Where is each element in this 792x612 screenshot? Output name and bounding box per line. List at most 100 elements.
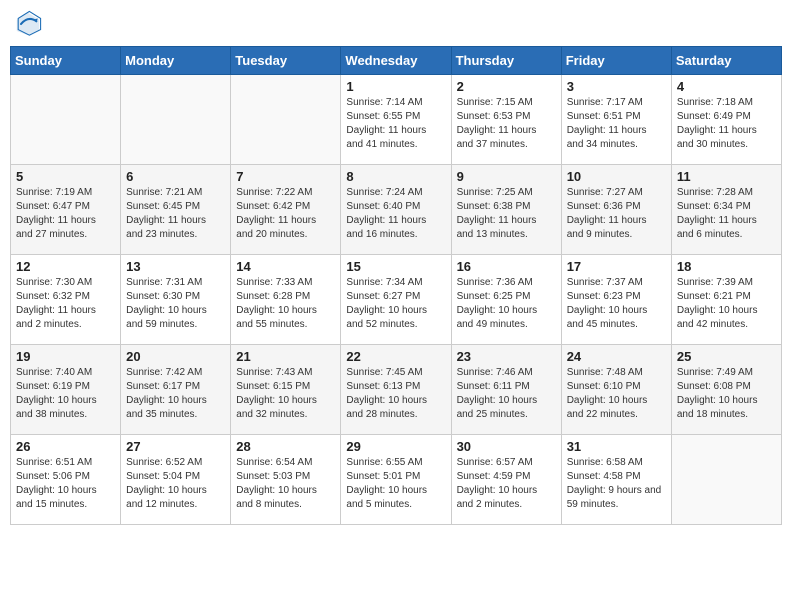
column-header-thursday: Thursday	[451, 47, 561, 75]
calendar-cell: 18 Sunrise: 7:39 AM Sunset: 6:21 PM Dayli…	[671, 255, 781, 345]
day-info: Sunrise: 7:39 AM Sunset: 6:21 PM Dayligh…	[677, 276, 776, 332]
calendar-cell: 8Sunrise: 7:24 AM Sunset: 6:40 PM Daylig…	[341, 165, 451, 255]
day-info: Sunrise: 7:24 AM Sunset: 6:40 PM Dayligh…	[346, 186, 445, 242]
column-header-monday: Monday	[121, 47, 231, 75]
day-number: 5	[16, 169, 115, 184]
calendar-cell: 30 Sunrise: 6:57 AM Sunset: 4:59 PM Dayli…	[451, 435, 561, 525]
day-number: 30	[457, 439, 556, 454]
day-number: 4	[677, 79, 776, 94]
calendar-cell: 23 Sunrise: 7:46 AM Sunset: 6:11 PM Dayli…	[451, 345, 561, 435]
day-info: Sunrise: 7:27 AM Sunset: 6:36 PM Dayligh…	[567, 186, 666, 242]
calendar-cell: 16 Sunrise: 7:36 AM Sunset: 6:25 PM Dayli…	[451, 255, 561, 345]
calendar-cell: 15 Sunrise: 7:34 AM Sunset: 6:27 PM Dayli…	[341, 255, 451, 345]
day-info: Sunrise: 7:25 AM Sunset: 6:38 PM Dayligh…	[457, 186, 556, 242]
day-number: 31	[567, 439, 666, 454]
day-number: 21	[236, 349, 335, 364]
calendar-week-4: 19 Sunrise: 7:40 AM Sunset: 6:19 PM Dayli…	[11, 345, 782, 435]
day-number: 7	[236, 169, 335, 184]
day-info: Sunrise: 7:15 AM Sunset: 6:53 PM Dayligh…	[457, 96, 556, 152]
day-number: 15	[346, 259, 445, 274]
calendar-week-5: 26 Sunrise: 6:51 AM Sunset: 5:06 PM Dayli…	[11, 435, 782, 525]
calendar-cell: 26 Sunrise: 6:51 AM Sunset: 5:06 PM Dayli…	[11, 435, 121, 525]
day-info: Sunrise: 7:18 AM Sunset: 6:49 PM Dayligh…	[677, 96, 776, 152]
day-info: Sunrise: 6:57 AM Sunset: 4:59 PM Dayligh…	[457, 456, 556, 512]
calendar-cell: 12 Sunrise: 7:30 AM Sunset: 6:32 PM Dayli…	[11, 255, 121, 345]
calendar-cell: 22 Sunrise: 7:45 AM Sunset: 6:13 PM Dayli…	[341, 345, 451, 435]
calendar-cell	[231, 75, 341, 165]
calendar-cell: 3Sunrise: 7:17 AM Sunset: 6:51 PM Daylig…	[561, 75, 671, 165]
day-info: Sunrise: 7:48 AM Sunset: 6:10 PM Dayligh…	[567, 366, 666, 422]
column-header-tuesday: Tuesday	[231, 47, 341, 75]
column-header-wednesday: Wednesday	[341, 47, 451, 75]
day-info: Sunrise: 7:21 AM Sunset: 6:45 PM Dayligh…	[126, 186, 225, 242]
calendar-cell: 17 Sunrise: 7:37 AM Sunset: 6:23 PM Dayli…	[561, 255, 671, 345]
day-info: Sunrise: 7:22 AM Sunset: 6:42 PM Dayligh…	[236, 186, 335, 242]
day-info: Sunrise: 7:14 AM Sunset: 6:55 PM Dayligh…	[346, 96, 445, 152]
day-info: Sunrise: 7:33 AM Sunset: 6:28 PM Dayligh…	[236, 276, 335, 332]
calendar-cell: 13Sunrise: 7:31 AM Sunset: 6:30 PM Dayli…	[121, 255, 231, 345]
calendar-cell: 27 Sunrise: 6:52 AM Sunset: 5:04 PM Dayli…	[121, 435, 231, 525]
day-info: Sunrise: 7:43 AM Sunset: 6:15 PM Dayligh…	[236, 366, 335, 422]
day-number: 12	[16, 259, 115, 274]
calendar-cell: 29Sunrise: 6:55 AM Sunset: 5:01 PM Dayli…	[341, 435, 451, 525]
calendar-cell: 24 Sunrise: 7:48 AM Sunset: 6:10 PM Dayli…	[561, 345, 671, 435]
day-info: Sunrise: 7:30 AM Sunset: 6:32 PM Dayligh…	[16, 276, 115, 332]
page-header	[10, 10, 782, 38]
day-number: 19	[16, 349, 115, 364]
column-header-friday: Friday	[561, 47, 671, 75]
day-number: 28	[236, 439, 335, 454]
day-info: Sunrise: 7:36 AM Sunset: 6:25 PM Dayligh…	[457, 276, 556, 332]
day-info: Sunrise: 7:46 AM Sunset: 6:11 PM Dayligh…	[457, 366, 556, 422]
calendar-cell	[11, 75, 121, 165]
day-number: 3	[567, 79, 666, 94]
logo	[14, 10, 46, 38]
day-info: Sunrise: 7:40 AM Sunset: 6:19 PM Dayligh…	[16, 366, 115, 422]
calendar-cell: 31 Sunrise: 6:58 AM Sunset: 4:58 PM Dayli…	[561, 435, 671, 525]
day-number: 29	[346, 439, 445, 454]
day-number: 24	[567, 349, 666, 364]
day-number: 14	[236, 259, 335, 274]
day-info: Sunrise: 7:34 AM Sunset: 6:27 PM Dayligh…	[346, 276, 445, 332]
day-info: Sunrise: 7:45 AM Sunset: 6:13 PM Dayligh…	[346, 366, 445, 422]
calendar-week-1: 1 Sunrise: 7:14 AM Sunset: 6:55 PM Daylig…	[11, 75, 782, 165]
day-number: 2	[457, 79, 556, 94]
calendar-week-3: 12 Sunrise: 7:30 AM Sunset: 6:32 PM Dayli…	[11, 255, 782, 345]
day-info: Sunrise: 6:52 AM Sunset: 5:04 PM Dayligh…	[126, 456, 225, 512]
day-number: 17	[567, 259, 666, 274]
calendar-cell: 11 Sunrise: 7:28 AM Sunset: 6:34 PM Dayli…	[671, 165, 781, 255]
day-number: 9	[457, 169, 556, 184]
day-number: 16	[457, 259, 556, 274]
day-info: Sunrise: 7:37 AM Sunset: 6:23 PM Dayligh…	[567, 276, 666, 332]
day-info: Sunrise: 7:49 AM Sunset: 6:08 PM Dayligh…	[677, 366, 776, 422]
calendar-cell: 6 Sunrise: 7:21 AM Sunset: 6:45 PM Daylig…	[121, 165, 231, 255]
day-info: Sunrise: 6:58 AM Sunset: 4:58 PM Dayligh…	[567, 456, 666, 512]
day-number: 26	[16, 439, 115, 454]
calendar-cell	[121, 75, 231, 165]
day-number: 6	[126, 169, 225, 184]
day-info: Sunrise: 7:31 AM Sunset: 6:30 PM Dayligh…	[126, 276, 225, 332]
calendar-cell: 7 Sunrise: 7:22 AM Sunset: 6:42 PM Daylig…	[231, 165, 341, 255]
day-info: Sunrise: 7:19 AM Sunset: 6:47 PM Dayligh…	[16, 186, 115, 242]
day-number: 1	[346, 79, 445, 94]
calendar-cell: 5 Sunrise: 7:19 AM Sunset: 6:47 PM Daylig…	[11, 165, 121, 255]
calendar-week-2: 5 Sunrise: 7:19 AM Sunset: 6:47 PM Daylig…	[11, 165, 782, 255]
day-info: Sunrise: 7:42 AM Sunset: 6:17 PM Dayligh…	[126, 366, 225, 422]
calendar-cell: 19 Sunrise: 7:40 AM Sunset: 6:19 PM Dayli…	[11, 345, 121, 435]
day-number: 22	[346, 349, 445, 364]
column-header-sunday: Sunday	[11, 47, 121, 75]
calendar-cell: 10 Sunrise: 7:27 AM Sunset: 6:36 PM Dayli…	[561, 165, 671, 255]
day-number: 18	[677, 259, 776, 274]
calendar-cell: 25 Sunrise: 7:49 AM Sunset: 6:08 PM Dayli…	[671, 345, 781, 435]
calendar-cell: 28Sunrise: 6:54 AM Sunset: 5:03 PM Dayli…	[231, 435, 341, 525]
calendar-cell: 2 Sunrise: 7:15 AM Sunset: 6:53 PM Daylig…	[451, 75, 561, 165]
day-number: 27	[126, 439, 225, 454]
logo-icon	[14, 10, 42, 38]
day-number: 23	[457, 349, 556, 364]
day-number: 10	[567, 169, 666, 184]
day-info: Sunrise: 7:28 AM Sunset: 6:34 PM Dayligh…	[677, 186, 776, 242]
day-number: 11	[677, 169, 776, 184]
calendar-cell: 1 Sunrise: 7:14 AM Sunset: 6:55 PM Daylig…	[341, 75, 451, 165]
day-number: 25	[677, 349, 776, 364]
calendar-table: SundayMondayTuesdayWednesdayThursdayFrid…	[10, 46, 782, 525]
day-info: Sunrise: 6:51 AM Sunset: 5:06 PM Dayligh…	[16, 456, 115, 512]
